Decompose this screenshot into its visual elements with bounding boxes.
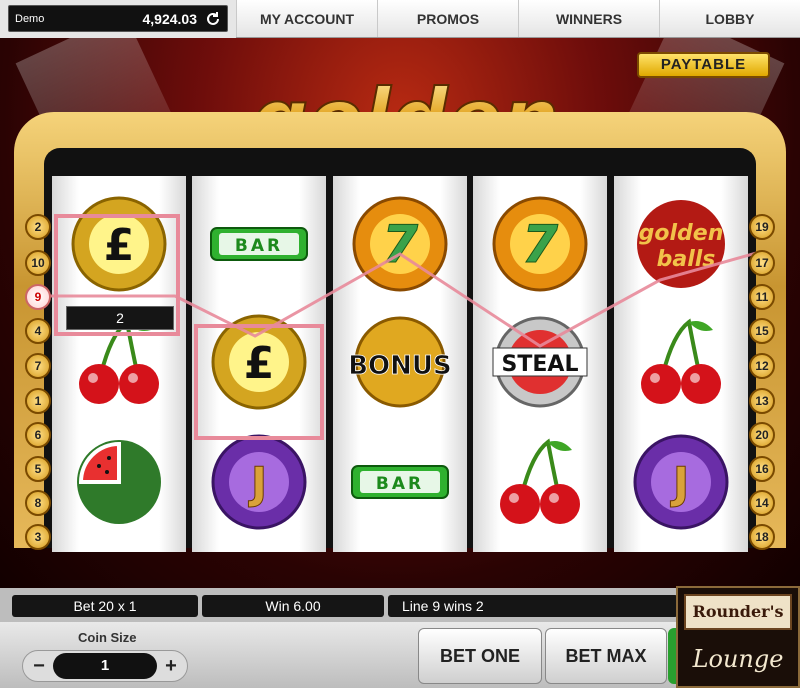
win-line-9 [40,250,761,348]
line-number[interactable]: 18 [749,524,775,550]
line-win-status: Line 9 wins 2 [388,595,678,617]
line-number[interactable]: 13 [749,388,775,414]
watermark-top-text: Rounder's [684,594,792,630]
line-number[interactable]: 8 [25,490,51,516]
bet-max-button[interactable]: BET MAX [545,628,667,684]
coin-size-value: 1 [53,653,157,679]
line-number[interactable]: 14 [749,490,775,516]
line-number[interactable]: 12 [749,353,775,379]
line-number[interactable]: 3 [25,524,51,550]
line-number[interactable]: 15 [749,318,775,344]
line-number[interactable]: 10 [25,250,51,276]
line-number[interactable]: 5 [25,456,51,482]
line-number[interactable]: 4 [25,318,51,344]
line-number-active[interactable]: 9 [25,284,51,310]
line-number[interactable]: 16 [749,456,775,482]
line-number[interactable]: 17 [749,250,775,276]
win-highlight-box [194,324,324,440]
bet-status: Bet 20 x 1 [12,595,198,617]
line-number[interactable]: 11 [749,284,775,310]
line-number[interactable]: 20 [749,422,775,448]
line-number[interactable]: 7 [25,353,51,379]
coin-plus-button[interactable]: + [159,654,183,678]
rounders-lounge-watermark: Rounder's Lounge [676,586,800,688]
win-status: Win 6.00 [202,595,384,617]
line-number[interactable]: 19 [749,214,775,240]
coin-size-label: Coin Size [78,630,137,645]
coin-size-stepper: − 1 + [22,650,188,682]
watermark-bottom-text: Lounge [692,645,784,673]
line-number[interactable]: 1 [25,388,51,414]
win-tooltip: 2 [66,306,174,330]
coin-minus-button[interactable]: − [27,654,51,678]
bet-one-button[interactable]: BET ONE [418,628,542,684]
win-line-overlay [40,214,761,440]
line-number[interactable]: 6 [25,422,51,448]
line-number[interactable]: 2 [25,214,51,240]
